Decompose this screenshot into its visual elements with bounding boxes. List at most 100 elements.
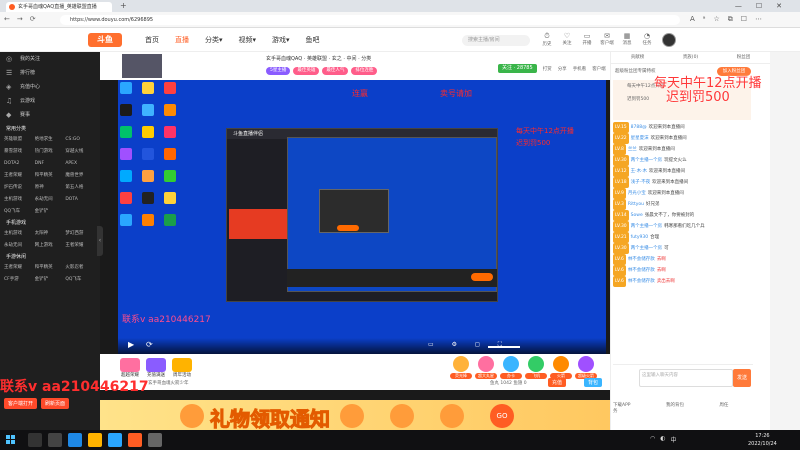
- category-link[interactable]: 主机游戏: [4, 229, 35, 238]
- nav-home[interactable]: 首页: [145, 28, 159, 52]
- sidebar-item-rank[interactable]: ☰ 排行榜: [0, 66, 100, 80]
- client-watch-button[interactable]: 客户端: [592, 66, 606, 72]
- follow-list-button[interactable]: ♡ 关注: [560, 32, 574, 47]
- open-client-button[interactable]: 客户端打开: [4, 398, 38, 409]
- douyu-taskbar-icon[interactable]: [128, 433, 142, 447]
- nav-live[interactable]: 直播: [175, 28, 189, 52]
- share-button[interactable]: 分享: [558, 66, 567, 72]
- start-live-button[interactable]: ▭ 开播: [580, 32, 594, 47]
- category-link[interactable]: CF手游: [4, 275, 35, 284]
- backpack-button[interactable]: 背包: [584, 378, 603, 387]
- tab-noble[interactable]: 贵族(0): [664, 52, 717, 63]
- gift-notice-banner[interactable]: 礼物领取通知 GO: [100, 400, 610, 430]
- nav-yuba[interactable]: 鱼吧: [306, 28, 320, 52]
- category-link[interactable]: 永劫无间: [4, 241, 35, 250]
- room-tag[interactable]: 最佳英雄: [293, 67, 320, 75]
- category-link[interactable]: 英雄联盟: [4, 135, 35, 144]
- category-link[interactable]: DNF: [35, 159, 66, 168]
- input-method-icon[interactable]: 中: [671, 435, 677, 444]
- browser-nav-icons[interactable]: ←→⟳: [4, 15, 43, 23]
- gift-item[interactable]: 荧光棒: [450, 356, 472, 379]
- gift-item[interactable]: 飞机: [525, 356, 547, 379]
- play-icon[interactable]: ▶: [128, 340, 134, 349]
- activity-chip[interactable]: 超越荣耀: [120, 358, 140, 378]
- category-link[interactable]: 主机游戏: [4, 195, 35, 204]
- search-icon[interactable]: [28, 433, 42, 447]
- volume-icon[interactable]: ◐: [660, 435, 665, 444]
- room-tag[interactable]: 最佳人气: [322, 67, 349, 75]
- sidebar-item-cloudgame[interactable]: ♫ 云游戏: [0, 94, 100, 108]
- reward-button[interactable]: 打赏: [543, 66, 552, 72]
- category-link[interactable]: 暴雪游戏: [4, 147, 35, 156]
- tab-contribution[interactable]: 贡献榜: [611, 52, 664, 63]
- category-link[interactable]: 穿越火线: [65, 147, 96, 156]
- refresh-page-button[interactable]: 刷新页面: [41, 398, 70, 409]
- nav-video[interactable]: 视频▾: [239, 28, 257, 52]
- category-link[interactable]: 绝地求生: [35, 135, 66, 144]
- category-link[interactable]: 炉石传说: [4, 183, 35, 192]
- window-controls[interactable]: —☐✕: [735, 0, 796, 12]
- chat-input[interactable]: 这里输入聊天内容: [639, 369, 733, 387]
- category-link[interactable]: 金铲铲: [35, 207, 66, 216]
- tab-fans[interactable]: 粉丝团: [717, 52, 770, 63]
- user-avatar[interactable]: [662, 33, 676, 47]
- category-link[interactable]: 永劫无间: [35, 195, 66, 204]
- new-tab-icon[interactable]: +: [120, 1, 127, 11]
- video-player[interactable]: 连赢 卖号请加 每天中午12点开播 迟到罚500 斗鱼直播伴侣 联系v aa21…: [118, 80, 606, 354]
- room-tag[interactable]: 排位连胜: [351, 67, 378, 75]
- edge-icon[interactable]: [68, 433, 82, 447]
- gift-item[interactable]: 火箭: [550, 356, 572, 379]
- browser-toolbar-icons[interactable]: Aᵃ☆⧉☐⋯: [690, 15, 770, 24]
- category-link[interactable]: APEX: [65, 159, 96, 168]
- sidebar-item-esports[interactable]: ◆ 赛事: [0, 108, 100, 122]
- category-link[interactable]: 王者荣耀: [4, 171, 35, 180]
- history-button[interactable]: ⏱ 历史: [540, 32, 554, 47]
- send-button[interactable]: 发送: [733, 369, 751, 387]
- category-link[interactable]: 王者荣耀: [65, 241, 96, 250]
- browser-tab[interactable]: 玄手哥血魂QAQ直播_英雄联盟直播: [6, 2, 112, 12]
- category-link[interactable]: 太阳神: [35, 229, 66, 238]
- activity-chip[interactable]: 充值满送: [146, 358, 166, 378]
- player-right-controls[interactable]: ▭ ⚙ ◻ ⛶: [428, 341, 510, 349]
- category-link[interactable]: 王者荣耀: [4, 263, 35, 272]
- room-thumbnail[interactable]: [122, 54, 162, 78]
- right-scroll-column[interactable]: [770, 52, 800, 430]
- category-link[interactable]: 金铲铲: [35, 275, 66, 284]
- folder-icon[interactable]: [88, 433, 102, 447]
- app-icon[interactable]: [148, 433, 162, 447]
- gift-item[interactable]: 超级火箭: [575, 356, 597, 379]
- douyu-logo[interactable]: 斗鱼: [88, 33, 122, 47]
- category-link[interactable]: QQ飞车: [4, 207, 35, 216]
- category-link[interactable]: DOTA2: [4, 159, 35, 168]
- join-fans-button[interactable]: 加入粉丝团: [717, 67, 751, 76]
- room-tag[interactable]: 5星主播: [266, 67, 291, 75]
- follow-button[interactable]: 关注 · 28785: [498, 64, 537, 73]
- sidebar-item-follow[interactable]: ◎ 我的关注: [0, 52, 100, 66]
- url-input[interactable]: https://www.douyu.com/6296895: [60, 15, 680, 25]
- category-link[interactable]: 魔兽世界: [65, 171, 96, 180]
- wifi-icon[interactable]: ◠: [650, 435, 655, 444]
- recharge-button[interactable]: 充值: [548, 378, 567, 387]
- category-link[interactable]: 火影忍者: [65, 263, 96, 272]
- task-button[interactable]: ◔ 任务: [640, 32, 654, 47]
- windows-start-icon[interactable]: [6, 435, 16, 445]
- category-link[interactable]: 热门游戏: [35, 147, 66, 156]
- client-button[interactable]: ✉ 客户端: [600, 32, 614, 47]
- sidebar-collapse-handle[interactable]: ‹: [97, 226, 103, 256]
- category-link[interactable]: DOTA: [65, 195, 96, 204]
- category-link[interactable]: 和平精英: [35, 171, 66, 180]
- activity-chip[interactable]: 周年活动: [172, 358, 192, 378]
- mobile-watch-button[interactable]: 手机看: [573, 66, 587, 72]
- sidebar-item-recharge[interactable]: ◈ 充值中心: [0, 80, 100, 94]
- category-link[interactable]: 和平精英: [35, 263, 66, 272]
- category-link[interactable]: QQ飞车: [65, 275, 96, 284]
- gift-item[interactable]: 办卡: [500, 356, 522, 379]
- category-link[interactable]: CS:GO: [65, 135, 96, 144]
- nav-category[interactable]: 分类▾: [205, 28, 223, 52]
- category-link[interactable]: 网上游戏: [35, 241, 66, 250]
- search-input[interactable]: 搜索主播/房间: [462, 35, 530, 46]
- my-backpack-link[interactable]: 我的背包: [666, 403, 684, 408]
- banner-go-button[interactable]: GO: [490, 404, 514, 428]
- nav-game[interactable]: 游戏▾: [272, 28, 290, 52]
- gift-item[interactable]: 超大丸星: [475, 356, 497, 379]
